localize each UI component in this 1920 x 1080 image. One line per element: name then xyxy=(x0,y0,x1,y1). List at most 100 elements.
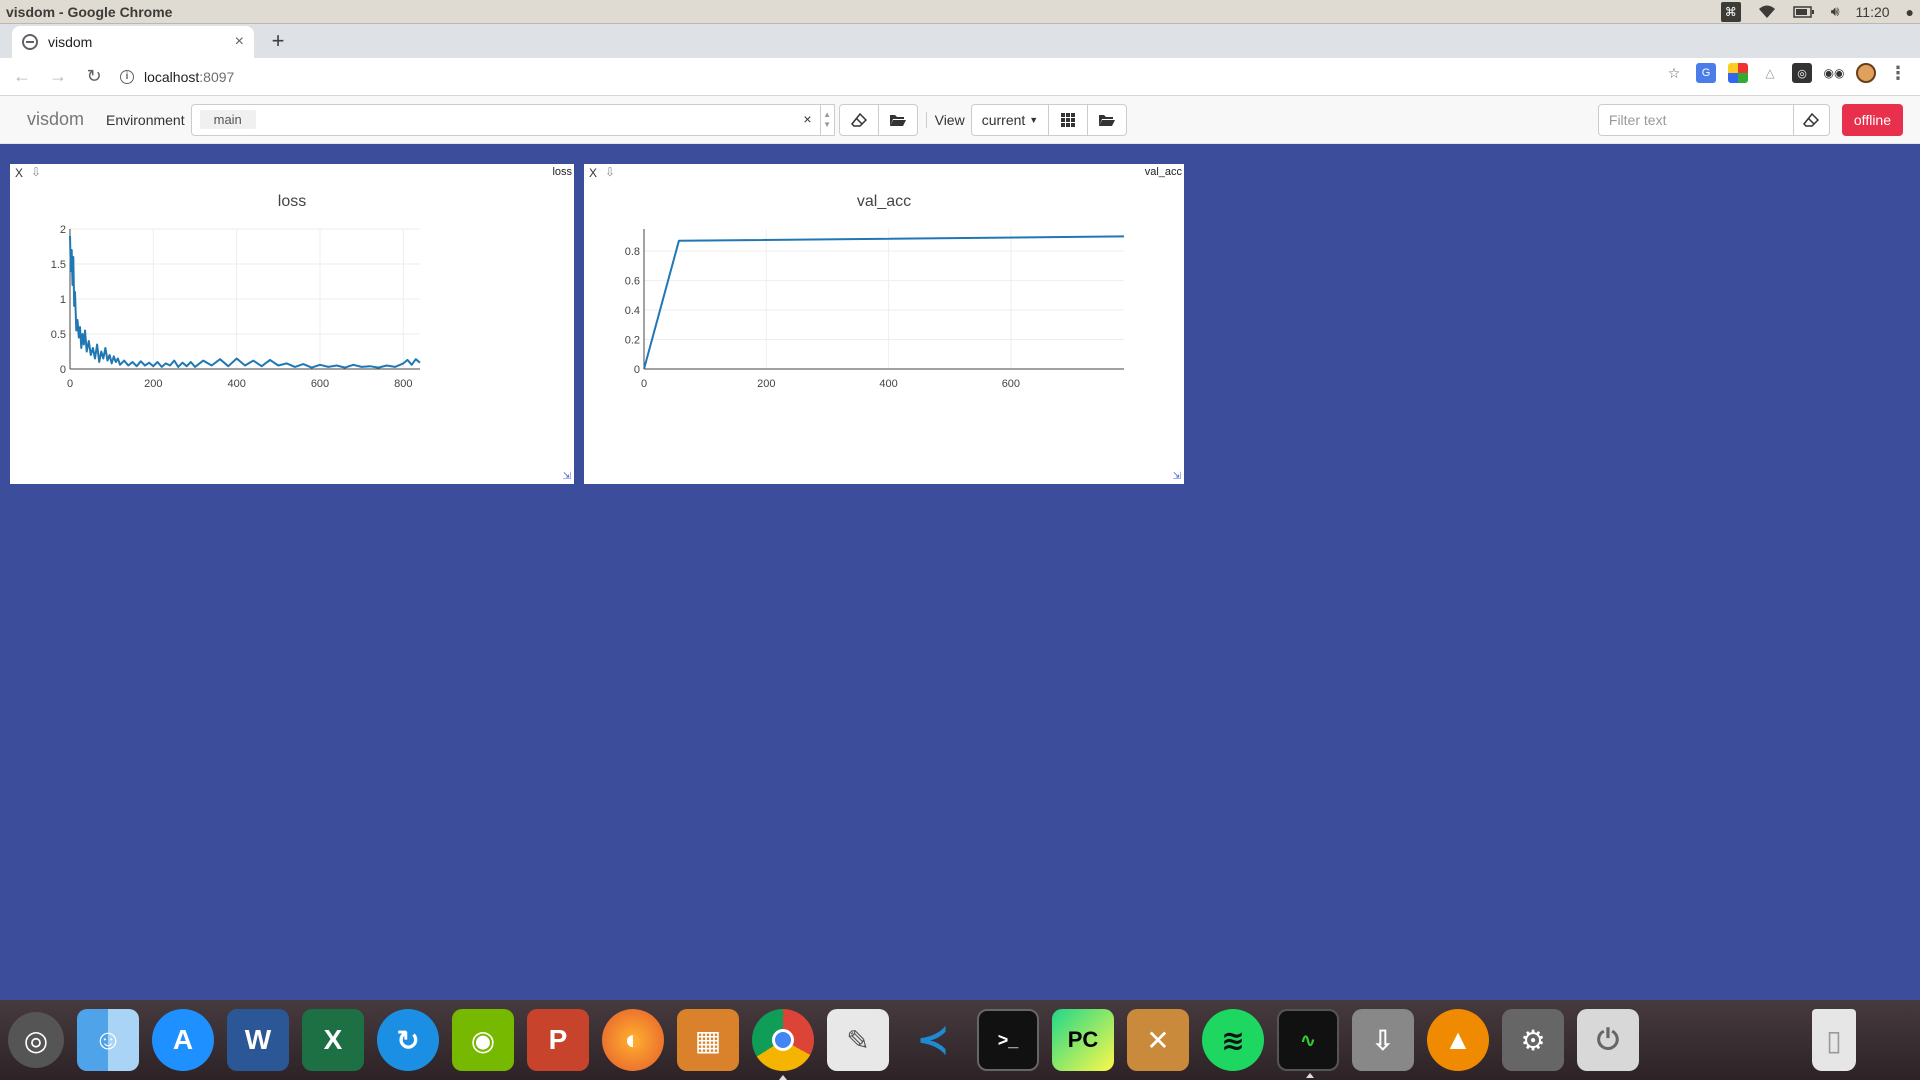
download-icon[interactable]: ⇩ xyxy=(31,165,41,179)
toolbox-icon[interactable]: ✕ xyxy=(1127,1009,1189,1071)
app-store-icon[interactable]: A xyxy=(152,1009,214,1071)
pane-close-button[interactable]: X xyxy=(15,166,23,180)
view-label: View xyxy=(925,111,965,128)
terminal-icon[interactable]: >_ xyxy=(977,1009,1039,1071)
resize-handle-icon[interactable]: ⇲ xyxy=(563,471,571,482)
spotify-icon[interactable]: ≋ xyxy=(1202,1009,1264,1071)
system-tray: ⌘ 🔊︎ 11:20 ● xyxy=(1720,1,1914,22)
nvidia-icon[interactable]: ◉ xyxy=(452,1009,514,1071)
word-icon[interactable]: W xyxy=(227,1009,289,1071)
color-picker-icon[interactable] xyxy=(1728,63,1748,83)
pane-title-label: loss xyxy=(552,166,572,178)
finder-icon[interactable]: ☺ xyxy=(77,1009,139,1071)
repack-button[interactable] xyxy=(1048,103,1089,136)
back-icon[interactable]: ← xyxy=(8,63,36,91)
eraser-icon xyxy=(850,112,867,127)
address-bar[interactable]: i localhost:8097 xyxy=(120,63,1620,91)
new-tab-button[interactable]: + xyxy=(266,30,290,54)
chart-title: loss xyxy=(278,193,306,210)
view-select[interactable]: current ▼ xyxy=(970,103,1050,136)
extensions-area: ☆ G △ ◎ ◉◉ ⋮ xyxy=(1664,63,1908,83)
calculator-icon[interactable]: ▦ xyxy=(677,1009,739,1071)
x-tick-label: 400 xyxy=(227,378,245,390)
offline-button[interactable]: offline xyxy=(1841,104,1903,136)
power-icon[interactable]: ⏻ xyxy=(1577,1009,1639,1071)
globe-icon xyxy=(22,34,38,50)
forward-icon[interactable]: → xyxy=(44,63,72,91)
powerpoint-icon[interactable]: P xyxy=(527,1009,589,1071)
text-editor-icon[interactable]: ✎ xyxy=(827,1009,889,1071)
vlc-icon[interactable]: ▲ xyxy=(1427,1009,1489,1071)
folder-open-icon xyxy=(1099,114,1116,126)
sync-icon[interactable]: ↻ xyxy=(377,1009,439,1071)
chrome-icon[interactable] xyxy=(752,1009,814,1080)
dock: ◎ ☺ A W X ↻ ◉ P ◐ ▦ ✎ ≺ >_ PC ✕ ≋ ∿ ⇩ ▲ … xyxy=(0,1000,1920,1080)
y-tick-label: 1.5 xyxy=(51,259,66,271)
drive-icon[interactable]: △ xyxy=(1760,63,1780,83)
url-host: localhost xyxy=(144,68,200,85)
y-tick-label: 0.6 xyxy=(625,276,640,288)
clear-environment-icon[interactable]: × xyxy=(803,111,811,127)
resize-handle-icon[interactable]: ⇲ xyxy=(1173,471,1181,482)
environment-select[interactable]: main × xyxy=(190,103,821,136)
usb-drive-icon[interactable]: ⇩ xyxy=(1352,1009,1414,1071)
pane-close-button[interactable]: X xyxy=(589,166,597,180)
view-group: current ▼ xyxy=(970,103,1128,136)
visdom-navbar: visdom Environment main × ▲ ▼ View curren… xyxy=(0,96,1920,144)
clock[interactable]: 11:20 xyxy=(1856,4,1890,20)
x-tick-label: 200 xyxy=(757,378,775,390)
filter-group: offline xyxy=(1597,104,1903,136)
manage-env-button[interactable] xyxy=(877,103,918,136)
environment-label: Environment xyxy=(106,111,185,128)
download-icon[interactable]: ⇩ xyxy=(605,165,615,179)
x-tick-label: 600 xyxy=(311,378,329,390)
val-acc-chart: val_acc 0 0.2 0.4 0.6 0.8 0 200 400 600 xyxy=(625,193,1125,390)
environment-spinner[interactable]: ▲ ▼ xyxy=(820,103,835,136)
reload-icon[interactable]: ↻ xyxy=(80,63,108,91)
manage-views-button[interactable] xyxy=(1087,103,1128,136)
firefox-icon[interactable]: ◐ xyxy=(602,1009,664,1071)
command-icon[interactable]: ⌘ xyxy=(1720,1,1741,22)
y-tick-label: 0.4 xyxy=(625,305,640,317)
settings-icon[interactable]: ⚙ xyxy=(1502,1009,1564,1071)
y-tick-label: 2 xyxy=(60,224,66,236)
y-tick-label: 0.8 xyxy=(625,246,640,258)
y-tick-label: 1 xyxy=(60,294,66,306)
environment-tag[interactable]: main xyxy=(199,110,256,129)
folder-open-icon xyxy=(889,114,906,126)
incognito-icon[interactable]: ◎ xyxy=(1792,63,1812,83)
ubuntu-icon[interactable]: ◎ xyxy=(8,1012,64,1068)
vscode-icon[interactable]: ≺ xyxy=(902,1009,964,1071)
series-line xyxy=(643,235,1125,370)
battery-icon[interactable] xyxy=(1792,5,1815,18)
wifi-icon[interactable] xyxy=(1757,4,1777,20)
browser-tab[interactable]: visdom × xyxy=(12,26,254,58)
grid-icon xyxy=(1061,112,1076,127)
bookmark-star-icon[interactable]: ☆ xyxy=(1664,63,1684,83)
translate-icon[interactable]: G xyxy=(1696,63,1716,83)
apple-icon[interactable]: ● xyxy=(1906,4,1914,20)
tab-close-icon[interactable]: × xyxy=(235,33,244,51)
pycharm-icon[interactable]: PC xyxy=(1052,1009,1114,1071)
system-monitor-icon[interactable]: ∿ xyxy=(1277,1009,1339,1078)
profile-avatar[interactable] xyxy=(1856,63,1876,83)
menu-icon[interactable]: ⋮ xyxy=(1888,63,1908,83)
info-icon[interactable]: i xyxy=(120,69,134,84)
volume-icon[interactable]: 🔊︎ xyxy=(1831,3,1840,20)
excel-icon[interactable]: X xyxy=(302,1009,364,1071)
x-tick-label: 0 xyxy=(641,378,647,390)
filter-input[interactable] xyxy=(1597,104,1794,136)
pane-header: X ⇩ loss xyxy=(10,164,574,182)
x-tick-label: 800 xyxy=(394,378,412,390)
caret-down-icon: ▼ xyxy=(1029,114,1039,125)
eraser-icon xyxy=(1803,113,1820,127)
trash-icon[interactable]: ▯ xyxy=(1812,1009,1856,1071)
brand[interactable]: visdom xyxy=(27,109,84,130)
glasses-icon[interactable]: ◉◉ xyxy=(1824,63,1845,83)
loss-chart: loss 0 0.5 1 1.5 2 0 200 400 600 800 xyxy=(51,193,421,390)
clear-filter-button[interactable] xyxy=(1793,104,1830,136)
chart-title: val_acc xyxy=(857,193,911,210)
clear-env-button[interactable] xyxy=(838,103,879,136)
x-tick-label: 600 xyxy=(1002,378,1020,390)
pane-header: X ⇩ val_acc xyxy=(584,164,1184,182)
